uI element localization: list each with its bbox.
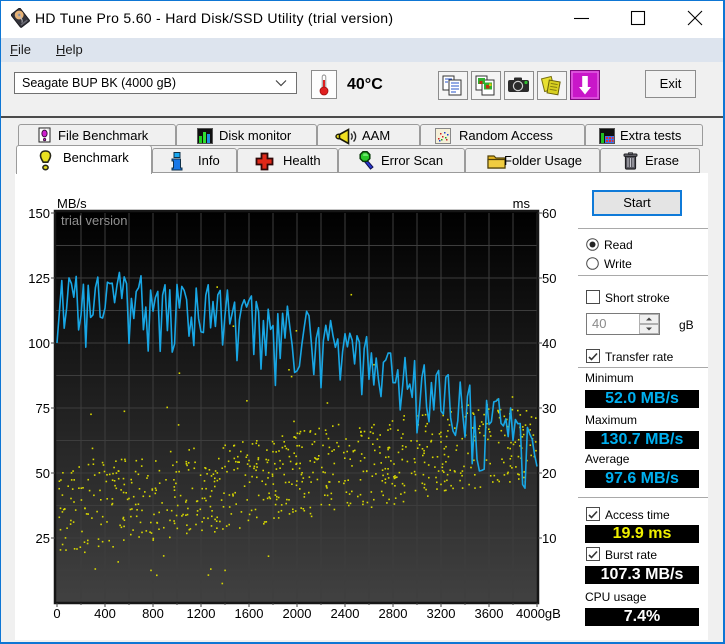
svg-text:trial version: trial version [61, 213, 127, 228]
